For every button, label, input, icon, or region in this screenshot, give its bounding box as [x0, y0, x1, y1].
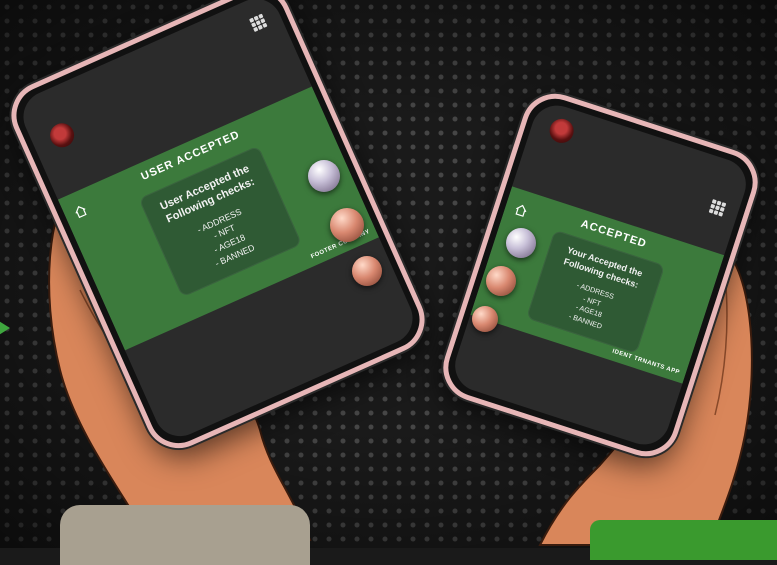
green-arrow-decoration [0, 318, 10, 338]
grid-menu-icon[interactable] [708, 199, 727, 217]
footer-text: IDENT TRNANTS APP [611, 348, 681, 377]
sphere-decoration [352, 256, 382, 286]
sphere-decoration [472, 306, 498, 332]
logo-emblem-icon [46, 119, 78, 152]
sphere-decoration [486, 266, 516, 296]
home-icon[interactable] [73, 203, 89, 219]
sphere-decoration [506, 228, 536, 258]
logo-emblem-icon [546, 115, 577, 147]
right-sleeve [590, 520, 777, 560]
left-sleeve [60, 505, 310, 565]
grid-menu-icon[interactable] [249, 13, 268, 33]
sphere-decoration [330, 208, 364, 242]
sphere-decoration [308, 160, 340, 192]
home-icon[interactable] [514, 203, 529, 218]
